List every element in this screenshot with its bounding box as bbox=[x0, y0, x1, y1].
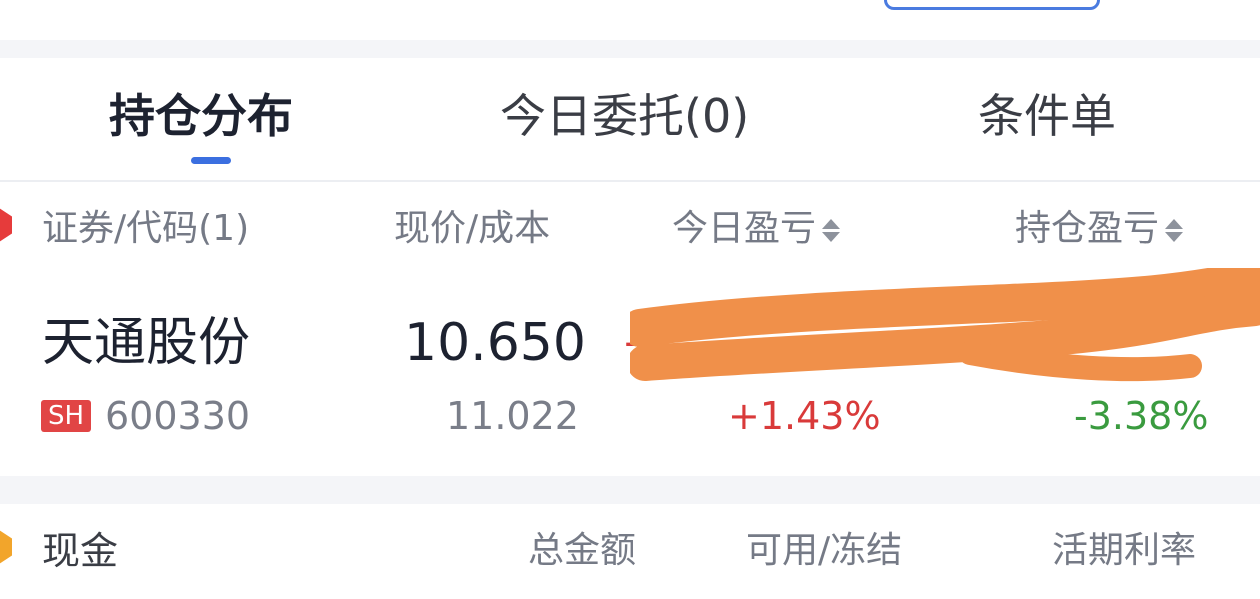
tab-divider bbox=[0, 180, 1260, 182]
sort-icon bbox=[1165, 216, 1185, 245]
cash-label: 现金 bbox=[42, 529, 119, 573]
cost-price: 11.022 bbox=[446, 394, 579, 438]
current-price: 10.650 bbox=[404, 313, 586, 373]
column-header-price-cost: 现价/成本 bbox=[394, 208, 551, 249]
today-pl-label: 今日盈亏 bbox=[672, 208, 817, 249]
tab-today-orders[interactable]: 今日委托(0) bbox=[500, 80, 749, 152]
column-header-holding-pl[interactable]: 持仓盈亏 bbox=[1015, 204, 1185, 254]
cash-column-available: 可用/冻结 bbox=[746, 530, 903, 571]
cash-column-rate: 活期利率 bbox=[1052, 530, 1197, 571]
holding-pl-label: 持仓盈亏 bbox=[1015, 208, 1160, 249]
redaction-scribble bbox=[630, 268, 1260, 382]
market-badge: SH bbox=[41, 400, 91, 432]
tab-positions[interactable]: 持仓分布 bbox=[109, 80, 293, 152]
top-action-button[interactable] bbox=[884, 0, 1100, 10]
column-header-security: 证券/代码(1) bbox=[42, 208, 250, 249]
sort-icon bbox=[822, 216, 842, 245]
active-tab-indicator bbox=[191, 157, 231, 164]
stock-code: 600330 bbox=[105, 394, 251, 438]
cash-column-total: 总金额 bbox=[528, 530, 637, 571]
column-header-today-pl[interactable]: 今日盈亏 bbox=[672, 204, 842, 254]
tab-conditional-orders[interactable]: 条件单 bbox=[978, 80, 1116, 152]
holding-pl-percent: -3.38% bbox=[1074, 394, 1209, 438]
today-pl-percent: +1.43% bbox=[728, 394, 881, 438]
stock-name[interactable]: 天通股份 bbox=[42, 310, 250, 376]
